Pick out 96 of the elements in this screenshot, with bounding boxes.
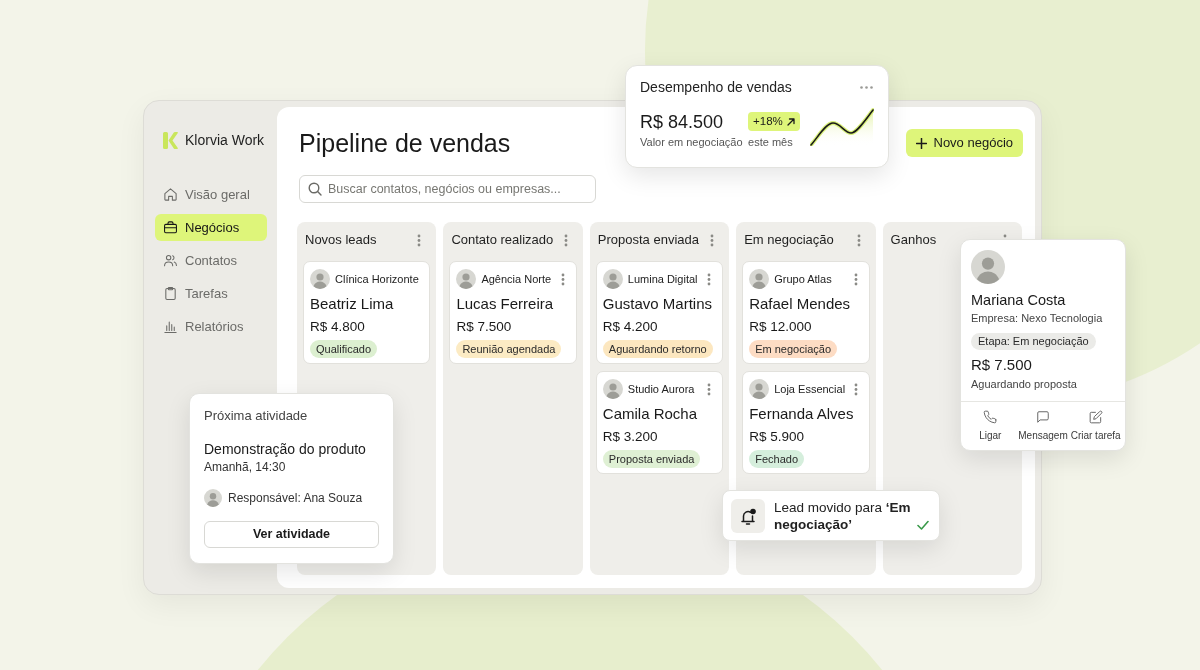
edit-icon: [1088, 410, 1103, 424]
brand-name: Klorvia Work: [185, 130, 265, 150]
company-name: Agência Norte: [481, 271, 553, 287]
bell-icon: [731, 498, 765, 533]
phone-icon: [983, 410, 998, 424]
plus-icon: [915, 137, 927, 149]
growth-value: +18%: [753, 113, 783, 129]
company-label: Empresa: Nexo Tecnologia: [971, 311, 1103, 325]
column-title: Ganhos: [890, 231, 937, 250]
deal-amount: R$ 12.000: [749, 318, 812, 336]
avatar-icon: [602, 269, 623, 289]
logo-icon: [163, 131, 178, 149]
deal-status: Aguardando proposta: [971, 377, 1077, 391]
view-activity-button[interactable]: Ver atividade: [204, 521, 379, 548]
activity-title: Demonstração do produto: [204, 440, 367, 458]
avatar-icon: [456, 269, 477, 289]
contact-name: Camila Rocha: [602, 404, 697, 424]
stage-tag: Etapa: Em negociação: [971, 333, 1096, 350]
sidebar-item[interactable]: Contatos: [155, 247, 267, 274]
company-name: Loja Essencial: [774, 381, 847, 397]
search-icon: [308, 182, 322, 196]
company-name: Lumina Digital: [627, 271, 699, 287]
status-tag: Reunião agendada: [456, 340, 562, 358]
sidebar-item[interactable]: Visão geral: [155, 181, 267, 208]
clipboard-icon: [163, 286, 178, 301]
new-deal-button[interactable]: Novo negócio: [905, 129, 1023, 157]
deal-amount: R$ 5.900: [749, 428, 804, 446]
chat-bubble-icon: [1036, 410, 1050, 424]
deal-card[interactable]: Grupo Atlas Rafael Mendes R$ 12.000 Em negociação: [742, 261, 870, 364]
contact-name: Rafael Mendes: [749, 294, 851, 314]
sidebar-item[interactable]: Negócios: [155, 214, 267, 241]
more-icon[interactable]: [856, 233, 861, 247]
sidebar-item[interactable]: Tarefas: [155, 280, 267, 307]
more-icon[interactable]: [853, 272, 858, 286]
check-icon: [917, 519, 929, 530]
company-name: Studio Aurora: [627, 381, 696, 397]
company-name: Grupo Atlas: [774, 271, 833, 287]
status-tag: Fechado: [749, 450, 804, 468]
more-icon[interactable]: [860, 85, 873, 89]
avatar-icon: [749, 269, 770, 289]
column-title: Contato realizado: [451, 231, 554, 250]
more-icon[interactable]: [853, 382, 858, 396]
sparkline-drawing: [810, 106, 874, 146]
deal-card[interactable]: Agência Norte Lucas Ferreira R$ 7.500 Reunião agendada: [449, 261, 577, 364]
sidebar-item[interactable]: Relatórios: [155, 313, 267, 340]
deal-card[interactable]: Loja Essencial Fernanda Alves R$ 5.900 Fechado: [742, 371, 870, 474]
more-icon[interactable]: [710, 233, 715, 247]
deal-amount: R$ 7.500: [971, 356, 1032, 374]
more-icon[interactable]: [707, 382, 712, 396]
company-name: Clínica Horizonte: [335, 271, 420, 287]
deal-card[interactable]: Lumina Digital Gustavo Martins R$ 4.200 Aguardando retorno: [595, 261, 724, 364]
users-icon: [163, 253, 178, 268]
deal-amount: R$ 4.800: [310, 318, 365, 336]
column-title: Proposta enviada: [597, 231, 699, 250]
status-tag: Aguardando retorno: [602, 340, 713, 358]
activity-time: Amanhã, 14:30: [204, 460, 287, 475]
avatar-icon: [602, 379, 623, 399]
more-icon[interactable]: [563, 233, 568, 247]
notification-message: Lead movido para ‘Em negociação’: [774, 498, 912, 533]
contact-name: Mariana Costa: [971, 291, 1066, 309]
avatar-icon: [310, 269, 330, 289]
period-label: este mês: [748, 135, 793, 149]
status-tag: Em negociação: [749, 340, 837, 358]
action-button[interactable]: Ligar: [964, 410, 1017, 442]
status-tag: Proposta enviada: [602, 450, 701, 468]
avatar-icon: [971, 250, 1005, 284]
deal-card[interactable]: Studio Aurora Camila Rocha R$ 3.200 Proposta enviada: [595, 371, 724, 474]
contact-name: Fernanda Alves: [749, 404, 854, 424]
card-heading: Próxima atividade: [204, 408, 309, 424]
contact-name: Beatriz Lima: [310, 294, 394, 314]
avatar-icon: [749, 379, 770, 399]
briefcase-icon: [163, 220, 178, 235]
column-title: Em negociação: [744, 231, 834, 250]
contact-name: Lucas Ferreira: [456, 294, 554, 314]
bar-chart-icon: [163, 319, 178, 334]
search-field[interactable]: Buscar contatos, negócios ou empresas...: [299, 175, 596, 203]
deal-amount: R$ 7.500: [456, 318, 512, 336]
action-button[interactable]: Mensagem: [1016, 410, 1070, 442]
more-icon[interactable]: [417, 233, 422, 247]
arrow-up-right-icon: [786, 117, 795, 126]
deal-amount: R$ 3.200: [602, 428, 658, 446]
more-icon[interactable]: [707, 272, 712, 286]
value-label: Valor em negociação: [640, 135, 744, 149]
column-title: Novos leads: [305, 231, 377, 250]
deal-amount: R$ 4.200: [602, 318, 658, 336]
sales-value: R$ 84.500: [640, 111, 725, 133]
action-button[interactable]: Criar tarefa: [1069, 410, 1122, 442]
status-tag: Qualificado: [310, 340, 378, 358]
page-title: Pipeline de vendas: [299, 128, 511, 158]
more-icon[interactable]: [560, 272, 565, 286]
contact-name: Gustavo Martins: [602, 294, 712, 314]
deal-card[interactable]: Clínica Horizonte Beatriz Lima R$ 4.800 Qualificado: [303, 261, 431, 364]
avatar-icon: [204, 489, 222, 507]
card-title: Desempenho de vendas: [640, 77, 792, 97]
owner-label: Responsável: Ana Souza: [228, 490, 363, 507]
home-icon: [163, 187, 178, 202]
